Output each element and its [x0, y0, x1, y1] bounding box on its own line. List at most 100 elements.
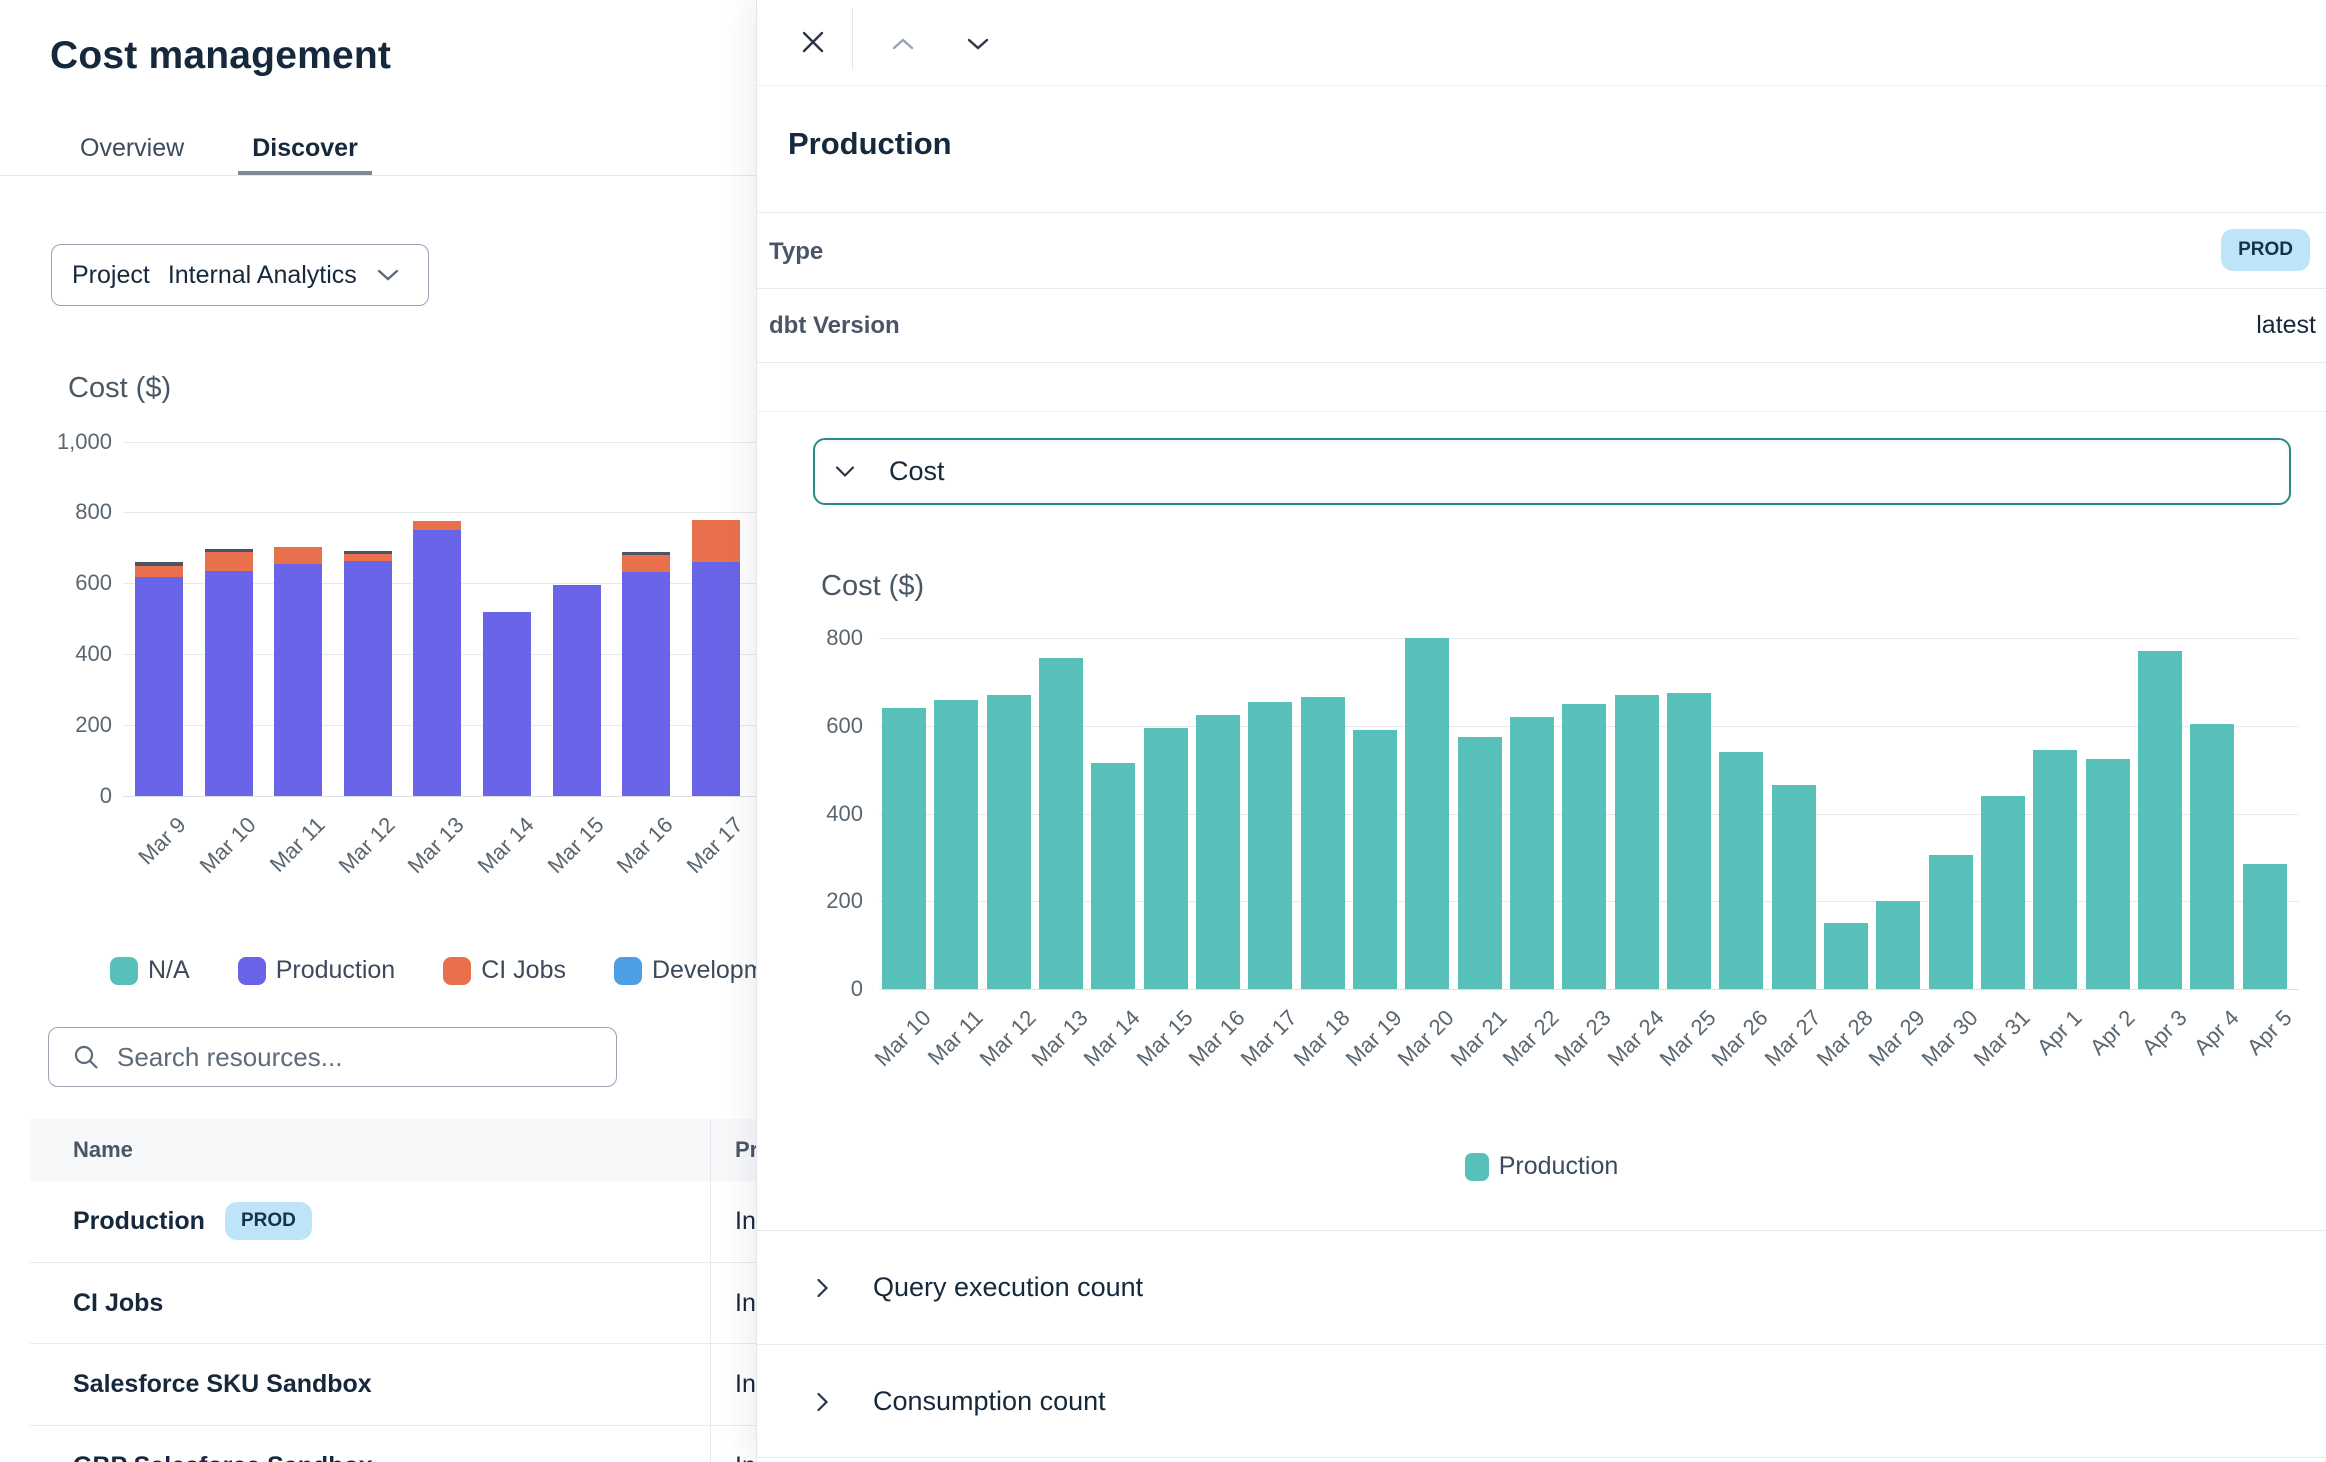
- bar-mar-12-production[interactable]: [344, 561, 392, 796]
- bar-mar-17-production[interactable]: [1248, 702, 1292, 989]
- bar-mar-10-ci-jobs[interactable]: [205, 551, 253, 571]
- bar-mar-16-production[interactable]: [622, 572, 670, 796]
- bar-mar-17-ci-jobs[interactable]: [692, 520, 740, 562]
- bar-mar-9-other[interactable]: [135, 562, 183, 566]
- bar-mar-9-production[interactable]: [135, 577, 183, 796]
- bar-mar-11-ci-jobs[interactable]: [274, 547, 322, 564]
- gridline-800: [879, 638, 2299, 639]
- y-axis-tick-label: 0: [0, 781, 112, 811]
- bar-mar-29-production[interactable]: [1876, 901, 1920, 989]
- gridline-0: [123, 796, 758, 797]
- y-axis-tick-label: 600: [0, 568, 112, 598]
- legend-swatch: [110, 957, 138, 985]
- bar-mar-22-production[interactable]: [1510, 717, 1554, 989]
- y-axis-tick-label: 400: [0, 639, 112, 669]
- bar-apr-1-production[interactable]: [2033, 750, 2077, 989]
- x-axis-label-mar-10: Mar 10: [175, 812, 261, 898]
- bar-mar-11-production[interactable]: [934, 700, 978, 989]
- query-execution-count-label: Query execution count: [873, 1272, 1143, 1303]
- legend-label: CI Jobs: [481, 956, 566, 985]
- table-row-gbp-salesforce-sandbox[interactable]: GBP Salesforce SandboxInternal Analytics: [30, 1426, 760, 1462]
- bar-mar-13-ci-jobs[interactable]: [413, 521, 461, 530]
- legend-item-ci-jobs[interactable]: CI Jobs: [443, 956, 566, 985]
- table-row-ci-jobs[interactable]: CI JobsInternal Analytics: [30, 1263, 760, 1345]
- bar-mar-17-production[interactable]: [692, 562, 740, 796]
- query-execution-count-section-header[interactable]: Query execution count: [757, 1231, 2326, 1344]
- y-axis-tick-label: 200: [0, 710, 112, 740]
- bar-mar-21-production[interactable]: [1458, 737, 1502, 989]
- x-axis-label-mar-12: Mar 12: [314, 812, 400, 898]
- bar-mar-30-production[interactable]: [1929, 855, 1973, 989]
- x-axis-label-mar-17: Mar 17: [662, 812, 748, 898]
- bar-mar-18-production[interactable]: [1301, 697, 1345, 989]
- divider: [757, 1457, 2326, 1458]
- bar-mar-11-production[interactable]: [274, 564, 322, 796]
- bar-mar-15-production[interactable]: [1144, 728, 1188, 989]
- bar-mar-24-production[interactable]: [1615, 695, 1659, 989]
- search-icon: [73, 1044, 99, 1070]
- y-axis-tick-label: 0: [783, 974, 863, 1004]
- legend-item-production[interactable]: Production: [238, 956, 396, 985]
- bar-mar-10-production[interactable]: [882, 708, 926, 989]
- table-row-production[interactable]: ProductionPRODInternal Analytics: [30, 1181, 760, 1263]
- x-axis-label-mar-11: Mar 11: [244, 812, 330, 898]
- x-axis-label-mar-9: Mar 9: [105, 812, 191, 898]
- drawer-chart-legend: Production: [757, 1152, 2326, 1181]
- x-axis-label-mar-15: Mar 15: [523, 812, 609, 898]
- legend-item-n-a[interactable]: N/A: [110, 956, 190, 985]
- bar-mar-16-other[interactable]: [622, 552, 670, 555]
- bar-mar-31-production[interactable]: [1981, 796, 2025, 989]
- y-axis-tick-label: 600: [783, 711, 863, 741]
- legend-item-production[interactable]: Production: [1465, 1152, 1619, 1181]
- resource-name: GBP Salesforce Sandbox: [73, 1452, 373, 1462]
- bar-mar-14-production[interactable]: [1091, 763, 1135, 989]
- legend-swatch: [614, 957, 642, 985]
- bar-mar-28-production[interactable]: [1824, 923, 1868, 989]
- legend-label: Production: [276, 956, 396, 985]
- bar-mar-10-other[interactable]: [205, 549, 253, 552]
- table-row-salesforce-sku-sandbox[interactable]: Salesforce SKU SandboxInternal Analytics: [30, 1344, 760, 1426]
- y-axis-tick-label: 800: [0, 497, 112, 527]
- bar-mar-12-production[interactable]: [987, 695, 1031, 989]
- y-axis-tick-label: 200: [783, 886, 863, 916]
- y-axis-tick-label: 400: [783, 799, 863, 829]
- cost-management-app: Cost management OverviewDiscover Project…: [0, 0, 2326, 1462]
- gridline-1000: [123, 442, 758, 443]
- y-axis-tick-label: 1,000: [0, 427, 112, 457]
- search-resources-input[interactable]: [117, 1028, 616, 1086]
- bar-mar-19-production[interactable]: [1353, 730, 1397, 989]
- legend-swatch: [443, 957, 471, 985]
- resource-table: Name Project ProductionPRODInternal Anal…: [30, 1119, 760, 1462]
- bar-apr-3-production[interactable]: [2138, 651, 2182, 989]
- bar-mar-23-production[interactable]: [1562, 704, 1606, 989]
- consumption-count-section-header[interactable]: Consumption count: [757, 1345, 2326, 1458]
- bar-apr-5-production[interactable]: [2243, 864, 2287, 989]
- table-body: ProductionPRODInternal AnalyticsCI JobsI…: [30, 1181, 760, 1462]
- bar-mar-14-production[interactable]: [483, 612, 531, 796]
- bar-mar-26-production[interactable]: [1719, 752, 1763, 989]
- resource-name: Production: [73, 1207, 205, 1236]
- bar-mar-10-production[interactable]: [205, 571, 253, 796]
- chevron-right-icon: [816, 1392, 829, 1412]
- gridline-0: [879, 989, 2299, 990]
- search-resources-box: [48, 1027, 617, 1087]
- bar-mar-27-production[interactable]: [1772, 785, 1816, 989]
- bar-mar-20-production[interactable]: [1405, 638, 1449, 989]
- bar-mar-16-ci-jobs[interactable]: [622, 553, 670, 572]
- x-axis-label-mar-16: Mar 16: [592, 812, 678, 898]
- y-axis-tick-label: 800: [783, 623, 863, 653]
- consumption-count-label: Consumption count: [873, 1386, 1106, 1417]
- bar-apr-2-production[interactable]: [2086, 759, 2130, 989]
- bar-mar-12-other[interactable]: [344, 551, 392, 554]
- bar-mar-13-production[interactable]: [1039, 658, 1083, 989]
- bar-mar-25-production[interactable]: [1667, 693, 1711, 989]
- bar-apr-4-production[interactable]: [2190, 724, 2234, 989]
- resource-name: Salesforce SKU Sandbox: [73, 1370, 372, 1399]
- bar-mar-9-ci-jobs[interactable]: [135, 566, 183, 577]
- bar-mar-13-production[interactable]: [413, 530, 461, 796]
- legend-label: N/A: [148, 956, 190, 985]
- bar-mar-15-production[interactable]: [553, 585, 601, 796]
- bar-mar-16-production[interactable]: [1196, 715, 1240, 989]
- resource-name: CI Jobs: [73, 1289, 163, 1318]
- column-header-name: Name: [73, 1137, 133, 1163]
